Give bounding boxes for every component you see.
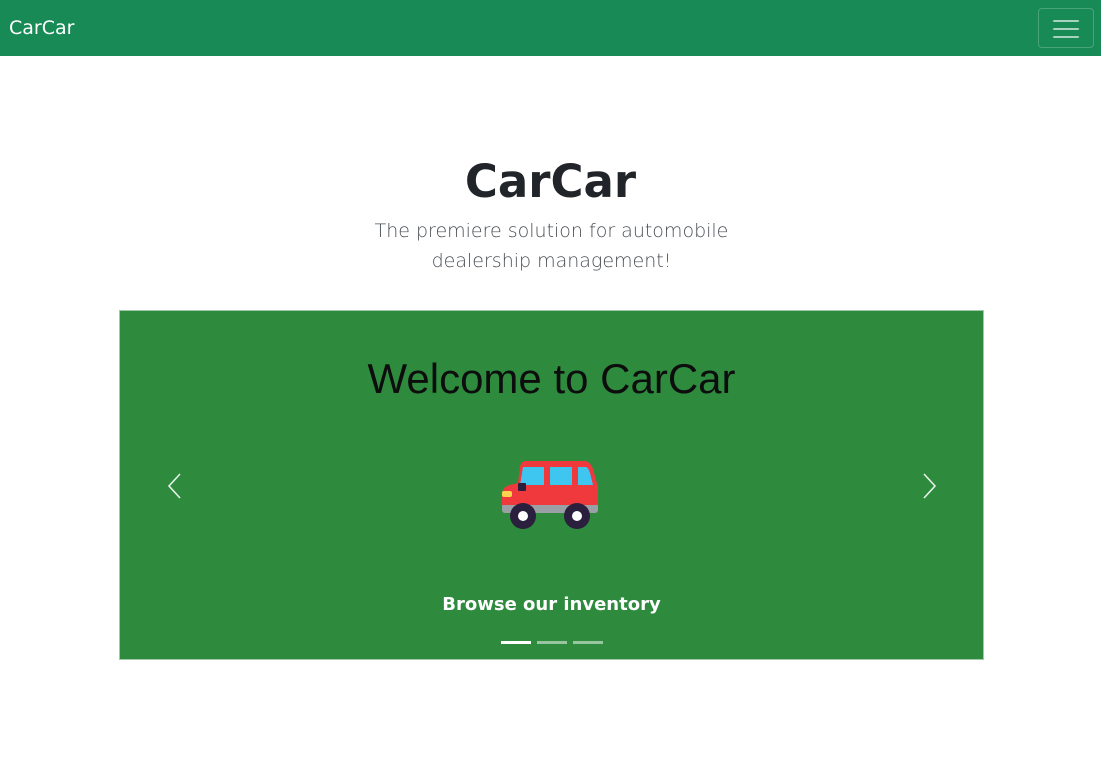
carousel-indicators (501, 641, 603, 647)
navbar-brand[interactable]: CarCar (9, 16, 74, 40)
carousel-prev-button[interactable] (154, 459, 194, 513)
navbar-toggler-button[interactable] (1038, 8, 1094, 48)
page-lead: The premiere solution for automobile dea… (374, 220, 729, 272)
top-navbar: CarCar (0, 0, 1101, 56)
hamburger-menu-icon (1053, 18, 1079, 40)
page-title: CarCar (464, 155, 637, 208)
carousel-indicator-3[interactable] (573, 641, 603, 644)
carousel: Welcome to CarCar Browse our inventory (119, 310, 984, 660)
chevron-left-icon (167, 473, 181, 499)
slide-caption: Browse our inventory (442, 594, 661, 615)
carousel-next-button[interactable] (910, 459, 950, 513)
slide-heading: Welcome to CarCar (367, 355, 736, 402)
red-car-icon (502, 461, 598, 529)
carousel-indicator-1[interactable] (501, 641, 531, 644)
carousel-indicator-2[interactable] (537, 641, 567, 644)
chevron-right-icon (923, 473, 937, 499)
